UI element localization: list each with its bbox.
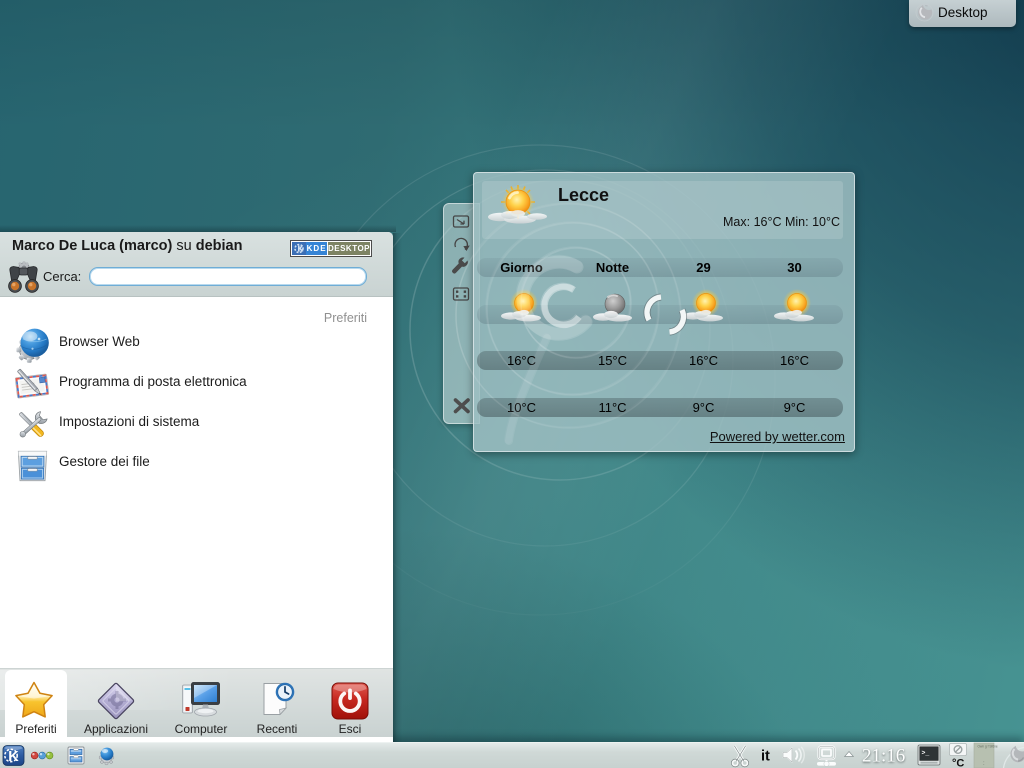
- svg-text:>_: >_: [922, 750, 930, 757]
- svg-text:'''*: '''*: [925, 5, 928, 9]
- svg-text:°C: °C: [952, 758, 964, 768]
- svg-text:it: it: [761, 749, 770, 765]
- svg-text:K: K: [8, 749, 19, 765]
- svg-text:21:16: 21:16: [862, 746, 905, 767]
- svg-text:Own g f Sfdne: Own g f Sfdne: [978, 745, 998, 749]
